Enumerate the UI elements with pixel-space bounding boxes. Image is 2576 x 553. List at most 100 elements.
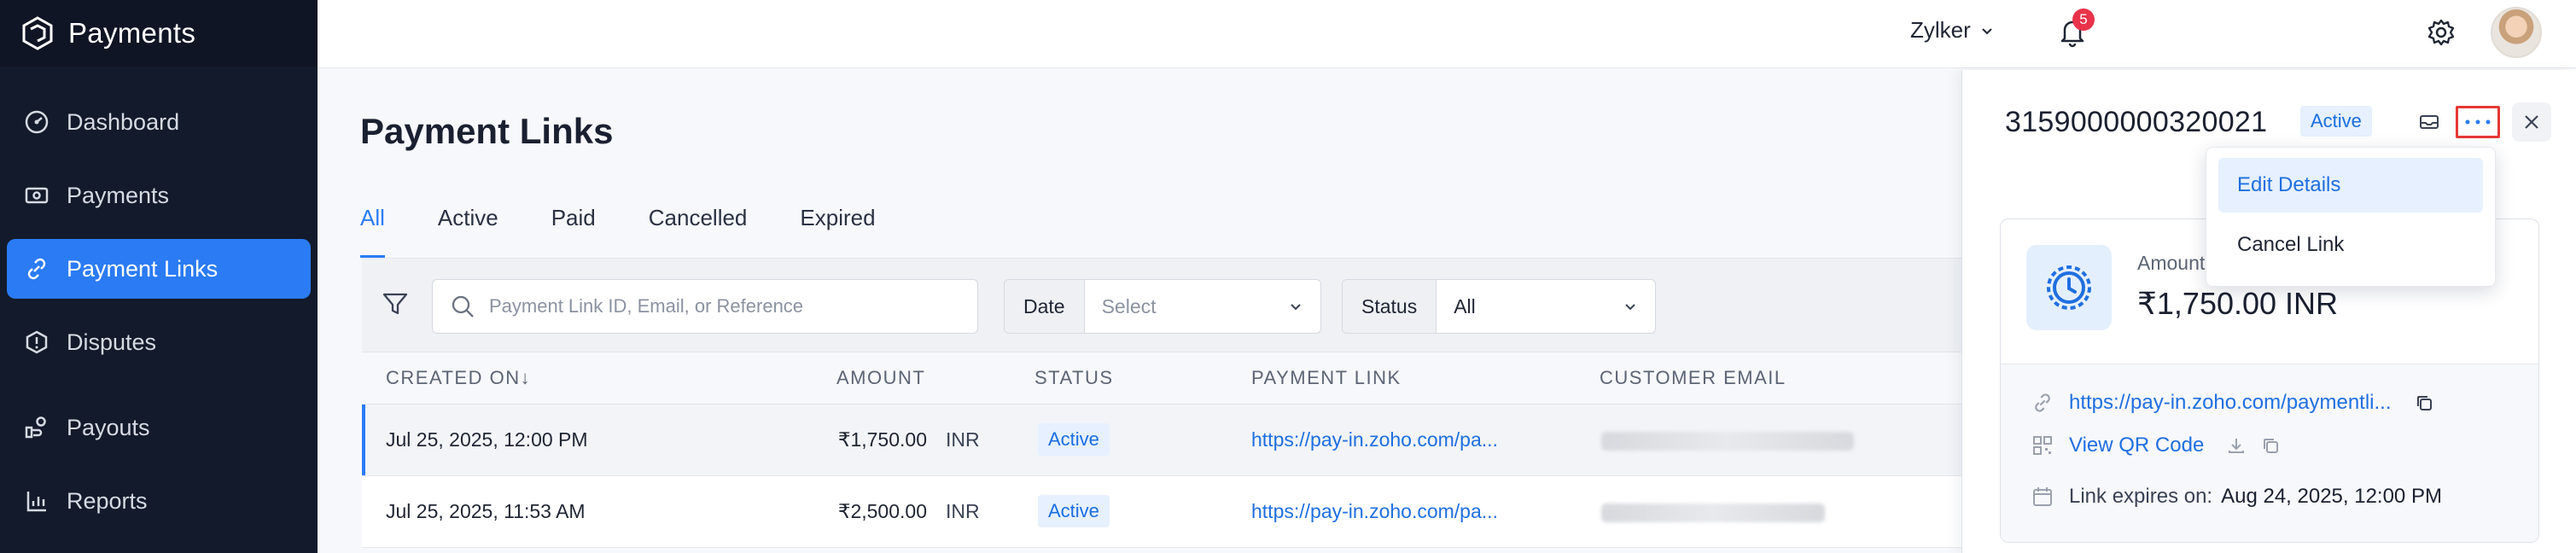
payment-link-cell[interactable]: https://pay-in.zoho.com/pa... bbox=[1251, 428, 1498, 451]
currency-cell: INR bbox=[946, 500, 980, 522]
sidebar-item-payment-links[interactable]: Payment Links bbox=[7, 239, 311, 299]
filter-bar: Date Select Status All bbox=[362, 258, 1963, 352]
sidebar-item-disputes[interactable]: Disputes bbox=[7, 312, 311, 372]
copy-icon bbox=[2416, 396, 2432, 410]
menu-item-cancel-link[interactable]: Cancel Link bbox=[2218, 218, 2483, 272]
table-row[interactable]: Jul 25, 2025, 11:53 AM ₹2,500.00 INR Act… bbox=[362, 476, 1963, 548]
status-tabs: All Active Paid Cancelled Expired bbox=[360, 205, 929, 258]
close-panel-button[interactable] bbox=[2512, 102, 2551, 142]
tab-all[interactable]: All bbox=[360, 205, 385, 258]
mail-icon bbox=[2420, 115, 2439, 129]
col-amount: AMOUNT bbox=[836, 367, 926, 388]
created-on-cell: Jul 25, 2025, 12:00 PM bbox=[386, 428, 588, 451]
sidebar-nav: Dashboard Payments Payment Links Dispute… bbox=[0, 67, 318, 531]
menu-item-edit-details[interactable]: Edit Details bbox=[2218, 158, 2483, 212]
filter-icon[interactable] bbox=[381, 289, 410, 318]
dispute-icon bbox=[22, 328, 51, 357]
top-bar bbox=[318, 0, 2576, 68]
app-name: Payments bbox=[68, 17, 196, 49]
more-options-button[interactable] bbox=[2456, 106, 2500, 138]
notification-badge: 5 bbox=[2072, 9, 2095, 31]
sidebar-item-payouts[interactable]: Payouts bbox=[7, 398, 311, 457]
qr-row: View QR Code bbox=[2030, 433, 2282, 458]
sidebar-item-label: Disputes bbox=[67, 329, 157, 355]
view-qr-code-link[interactable]: View QR Code bbox=[2069, 434, 2204, 457]
search-box[interactable] bbox=[432, 279, 978, 334]
org-name: Zylker bbox=[1910, 17, 1971, 43]
sidebar-item-label: Payment Links bbox=[67, 255, 219, 282]
currency-cell: INR bbox=[946, 428, 980, 451]
payments-logo-icon bbox=[22, 16, 53, 50]
col-customer-email: CUSTOMER EMAIL bbox=[1600, 367, 1786, 388]
payment-link-url[interactable]: https://pay-in.zoho.com/paymentli... bbox=[2069, 391, 2392, 415]
copy-qr-button[interactable] bbox=[2258, 434, 2282, 457]
chevron-down-icon bbox=[1625, 304, 1635, 311]
brand[interactable]: Payments bbox=[0, 0, 318, 67]
status-badge: Active bbox=[1038, 423, 1110, 456]
link-info-section: https://pay-in.zoho.com/paymentli... Vie… bbox=[2001, 364, 2538, 542]
status-badge: Active bbox=[2300, 106, 2372, 137]
close-icon bbox=[2525, 115, 2538, 129]
table-row[interactable]: Jul 25, 2025, 12:00 PM ₹1,750.00 INR Act… bbox=[362, 405, 1963, 476]
payments-icon bbox=[22, 181, 51, 210]
expires-value: Aug 24, 2025, 12:00 PM bbox=[2221, 485, 2442, 508]
chevron-down-icon bbox=[1982, 27, 1992, 34]
payment-link-detail-panel: 3159000000320021 Active Amount ₹1,750.00… bbox=[1961, 70, 2576, 553]
qr-code-icon bbox=[2030, 433, 2055, 458]
sidebar-item-label: Payments bbox=[67, 182, 170, 208]
more-horizontal-icon bbox=[2465, 119, 2491, 125]
amount-cell: ₹2,500.00 bbox=[837, 500, 927, 522]
user-avatar[interactable] bbox=[2491, 7, 2542, 58]
tab-active[interactable]: Active bbox=[438, 205, 498, 258]
col-status: STATUS bbox=[1034, 367, 1114, 388]
status-filter-label: Status bbox=[1343, 280, 1437, 333]
tab-cancelled[interactable]: Cancelled bbox=[649, 205, 748, 258]
reports-icon bbox=[22, 486, 51, 515]
org-switcher[interactable]: Zylker bbox=[1910, 17, 1995, 44]
link-icon bbox=[22, 254, 51, 283]
page-title: Payment Links bbox=[360, 111, 614, 151]
amount-label: Amount bbox=[2137, 252, 2206, 274]
copy-link-button[interactable] bbox=[2412, 391, 2436, 415]
sidebar-item-label: Reports bbox=[67, 487, 148, 514]
link-icon bbox=[2030, 390, 2055, 416]
expires-label: Link expires on: bbox=[2069, 485, 2213, 508]
payment-link-cell[interactable]: https://pay-in.zoho.com/pa... bbox=[1251, 500, 1498, 523]
dashboard-icon bbox=[22, 108, 51, 137]
status-filter-select[interactable]: All bbox=[1437, 280, 1655, 333]
amount-cell: ₹1,750.00 bbox=[837, 428, 927, 451]
sidebar-item-dashboard[interactable]: Dashboard bbox=[7, 92, 311, 152]
search-input[interactable] bbox=[489, 295, 967, 317]
customer-email-redacted bbox=[1601, 504, 1825, 522]
sidebar-item-label: Payouts bbox=[67, 414, 150, 440]
table-header: CREATED ON↓ AMOUNT STATUS PAYMENT LINK C… bbox=[362, 352, 1963, 405]
download-icon bbox=[2229, 439, 2245, 453]
created-on-cell: Jul 25, 2025, 11:53 AM bbox=[386, 500, 586, 522]
amount-value: ₹1,750.00 INR bbox=[2137, 286, 2339, 321]
tab-paid[interactable]: Paid bbox=[551, 205, 596, 258]
copy-icon bbox=[2264, 439, 2279, 453]
calendar-icon bbox=[2030, 484, 2055, 509]
chevron-down-icon bbox=[1291, 304, 1301, 311]
clock-icon bbox=[2026, 245, 2112, 330]
settings-gear-icon[interactable] bbox=[2424, 15, 2458, 49]
status-filter[interactable]: Status All bbox=[1342, 279, 1656, 334]
tab-expired[interactable]: Expired bbox=[800, 205, 875, 258]
col-created-on[interactable]: CREATED ON↓ bbox=[386, 367, 531, 389]
customer-email-redacted bbox=[1601, 432, 1854, 451]
download-qr-button[interactable] bbox=[2224, 434, 2248, 457]
date-filter-select[interactable]: Select bbox=[1085, 280, 1320, 333]
date-filter-value: Select bbox=[1101, 294, 1157, 317]
status-filter-value: All bbox=[1454, 294, 1476, 317]
send-email-button[interactable] bbox=[2413, 106, 2445, 138]
link-row: https://pay-in.zoho.com/paymentli... bbox=[2030, 390, 2436, 416]
sidebar-item-reports[interactable]: Reports bbox=[7, 471, 311, 531]
date-filter[interactable]: Date Select bbox=[1004, 279, 1321, 334]
date-filter-label: Date bbox=[1005, 280, 1085, 333]
sidebar-item-payments[interactable]: Payments bbox=[7, 166, 311, 225]
sidebar-item-label: Dashboard bbox=[67, 108, 180, 135]
more-options-menu: Edit Details Cancel Link bbox=[2206, 147, 2496, 287]
col-payment-link: PAYMENT LINK bbox=[1251, 367, 1402, 388]
expiry-row: Link expires on: Aug 24, 2025, 12:00 PM bbox=[2030, 484, 2442, 509]
status-badge: Active bbox=[1038, 495, 1110, 527]
